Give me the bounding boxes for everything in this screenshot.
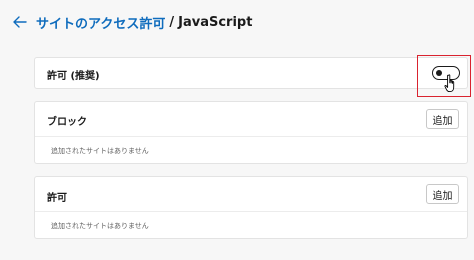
block-add-button[interactable]: 追加 [426,109,459,129]
allow-section-divider [35,211,467,212]
allow-add-button[interactable]: 追加 [426,184,459,204]
allow-section-title: 許可 [47,193,67,204]
back-button[interactable] [10,12,30,32]
allow-default-label: 許可 (推奨) [47,71,100,82]
page-header: サイトのアクセス許可 / JavaScript [10,10,252,34]
breadcrumb-parent-link[interactable]: サイトのアクセス許可 [36,13,165,32]
allow-empty-message: 追加されたサイトはありません [51,222,149,230]
allow-section: 許可 追加 追加されたサイトはありません [34,176,468,239]
toggle-knob [436,70,442,76]
breadcrumb-separator: / [169,14,175,30]
site-permissions-javascript-page: サイトのアクセス許可 / JavaScript 許可 (推奨) ブロック 追加 … [0,0,474,260]
block-empty-message: 追加されたサイトはありません [51,147,149,155]
block-section-divider [35,136,467,137]
hand-pointer-icon [444,74,455,93]
block-section: ブロック 追加 追加されたサイトはありません [34,101,468,164]
block-section-title: ブロック [47,117,87,128]
allow-default-card: 許可 (推奨) [34,57,468,89]
back-arrow-icon [13,16,27,28]
page-title: JavaScript [178,14,253,30]
